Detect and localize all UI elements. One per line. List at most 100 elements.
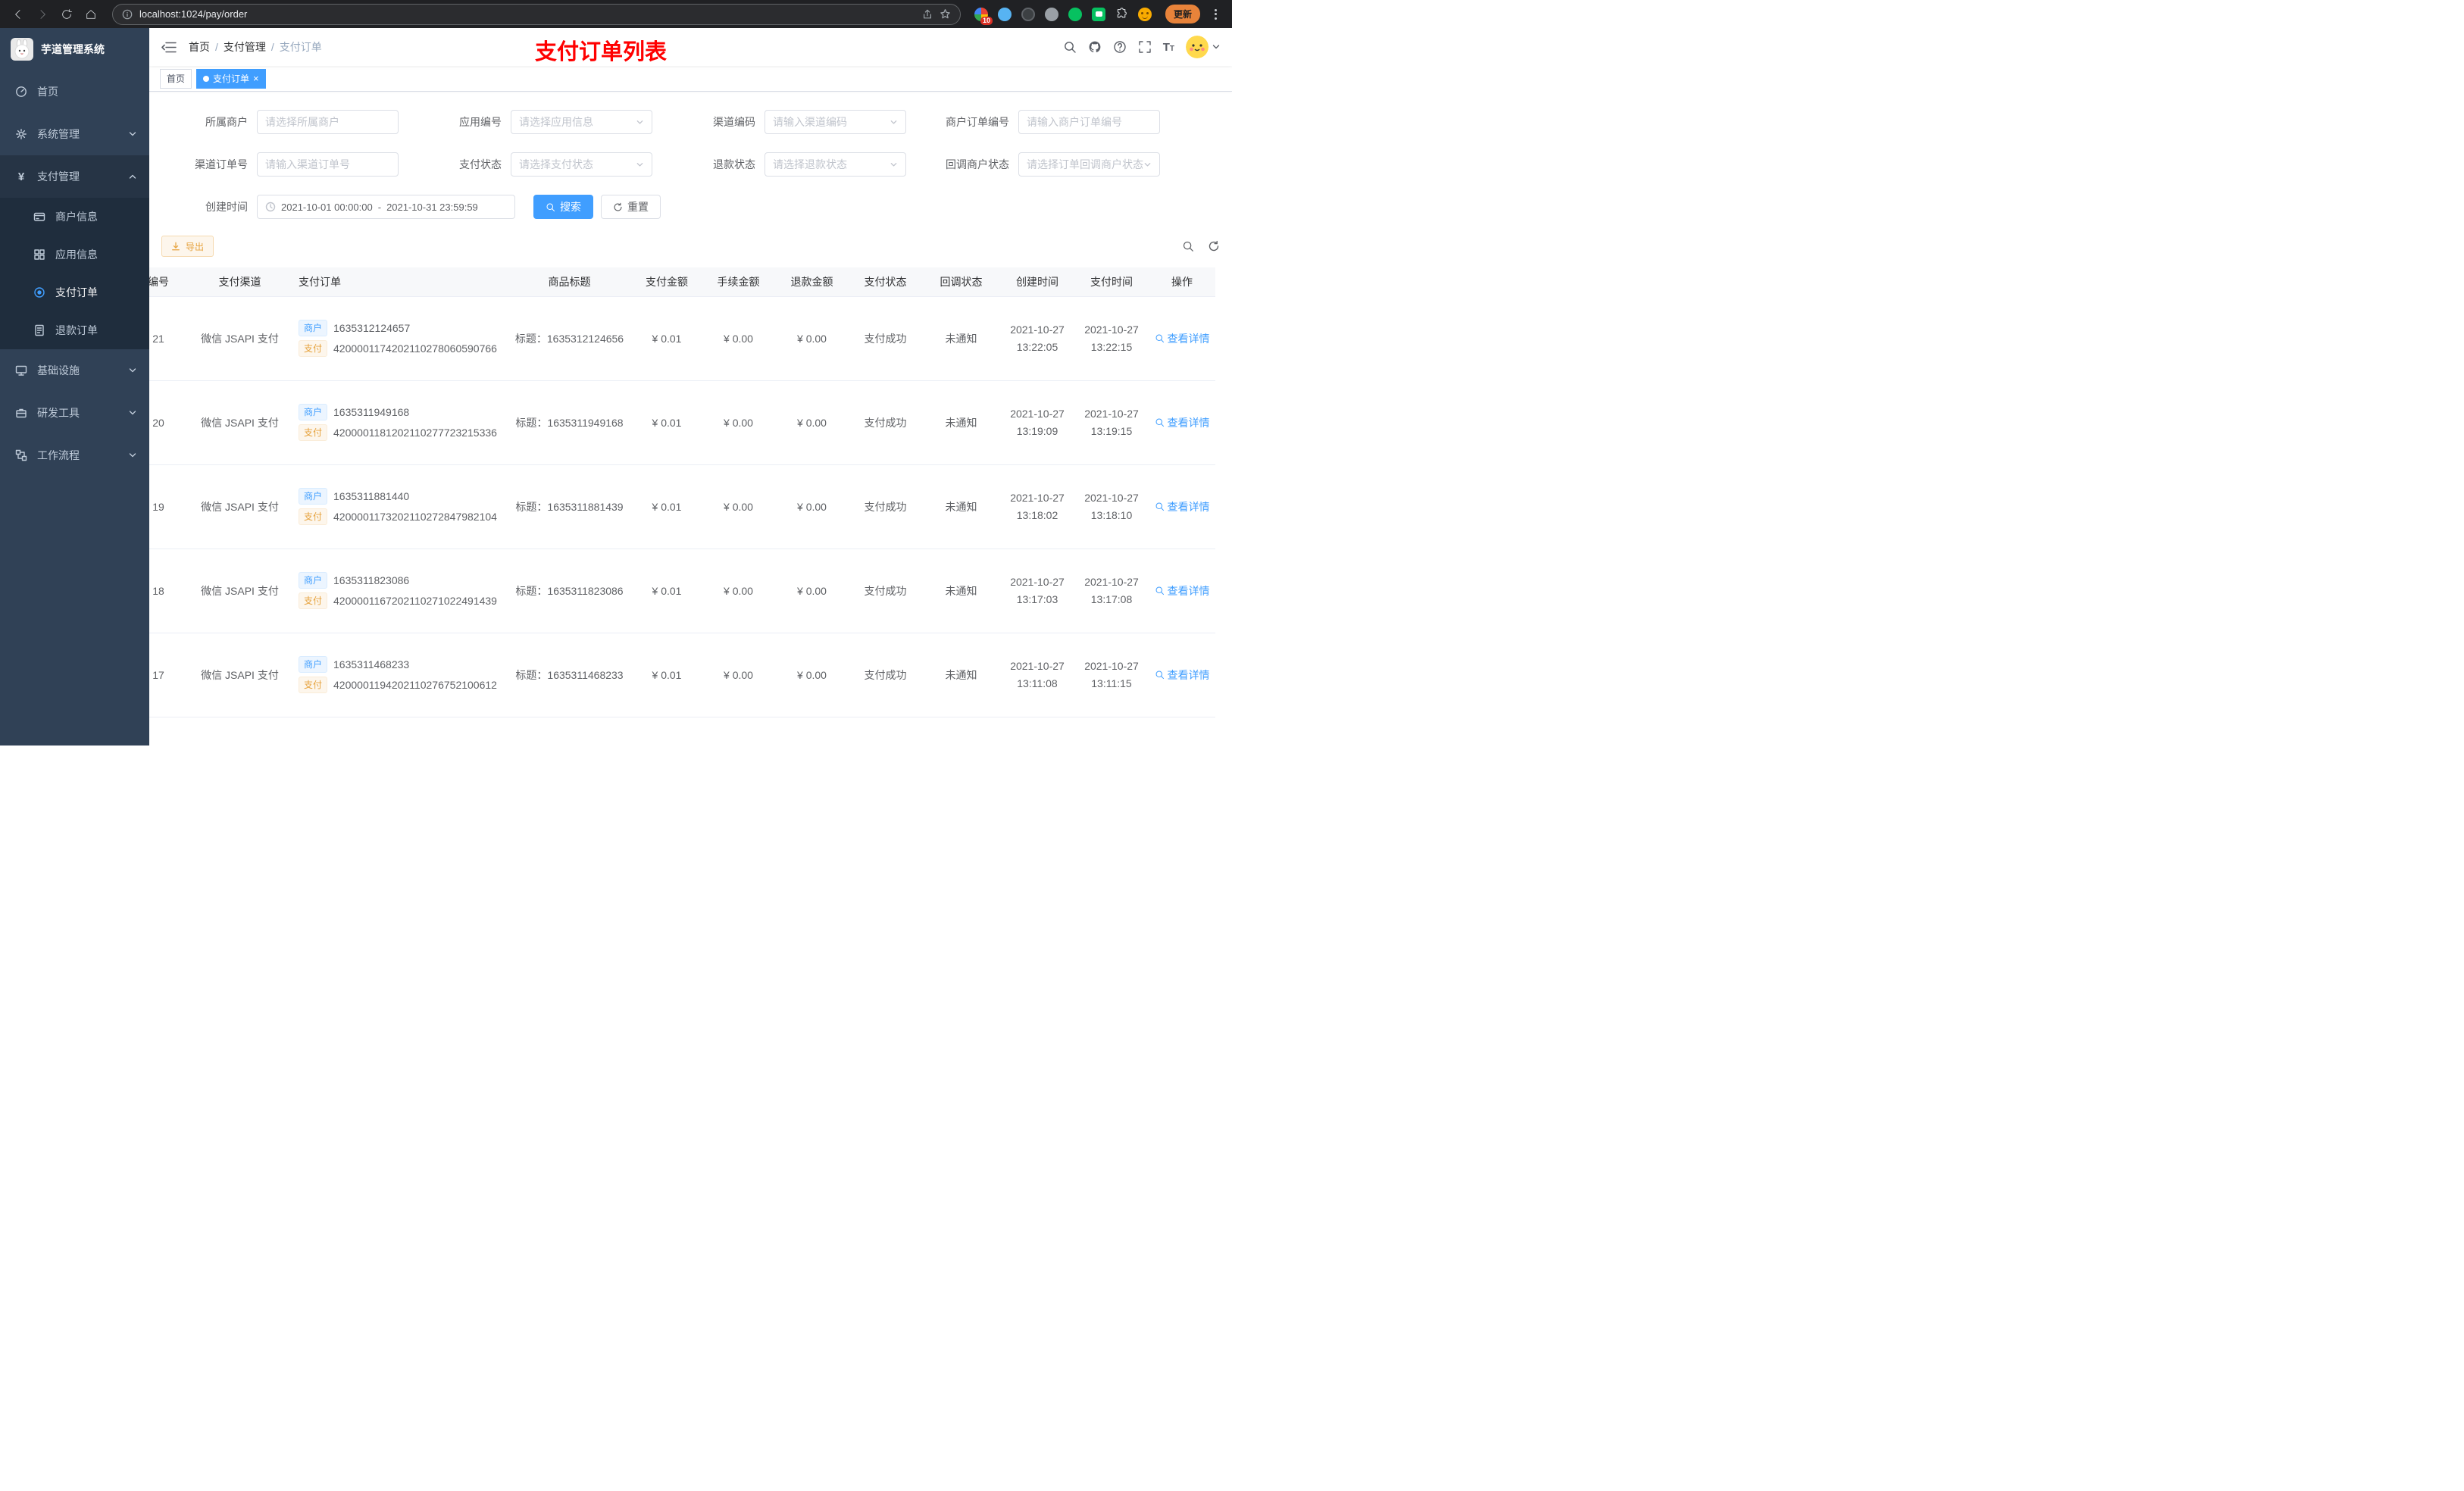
pay-amount: ¥ 0.01: [632, 633, 702, 717]
fullscreen-icon[interactable]: [1138, 40, 1152, 54]
pay-badge: 支付: [299, 340, 328, 357]
filter-label: 渠道编码: [713, 116, 755, 128]
site-info-icon[interactable]: [122, 9, 133, 20]
pay-status: 支付成功: [849, 549, 922, 633]
font-size-icon[interactable]: TT: [1163, 41, 1174, 54]
view-detail-link[interactable]: 查看详情: [1155, 415, 1210, 430]
order-id: [149, 717, 189, 746]
breadcrumb-home[interactable]: 首页: [189, 39, 210, 55]
chevron-down-icon: [128, 130, 137, 139]
profile-avatar-icon[interactable]: [1138, 7, 1152, 21]
view-detail-link[interactable]: 查看详情: [1155, 331, 1210, 346]
sidebar: 芋道管理系统 首页 系统管理 ¥ 支付管理 商户信息 应用信息 支付订单 退款订…: [0, 28, 149, 746]
reset-button[interactable]: 重置: [601, 195, 661, 219]
share-icon[interactable]: [922, 9, 933, 20]
pay-order-no: 4200001181202110277723215336: [333, 427, 497, 439]
refund-status-select[interactable]: 请选择退款状态: [765, 152, 906, 177]
create-time: [1000, 717, 1074, 746]
pay-status-select[interactable]: 请选择支付状态: [511, 152, 652, 177]
sidebar-item-pay-order[interactable]: 支付订单: [0, 274, 149, 311]
order-id: 18: [149, 549, 189, 633]
filter-label: 回调商户状态: [946, 158, 1009, 170]
search-icon[interactable]: [1063, 40, 1077, 54]
close-icon[interactable]: ×: [253, 73, 259, 83]
search-icon: [1155, 417, 1165, 427]
extension-icon[interactable]: [1021, 7, 1035, 21]
export-button[interactable]: 导出: [161, 236, 214, 257]
notify-status-select[interactable]: 请选择订单回调商户状态: [1018, 152, 1160, 177]
github-icon[interactable]: [1088, 40, 1102, 54]
sidebar-item-merchant-info[interactable]: 商户信息: [0, 198, 149, 236]
pay-order-cell: 商户 1635311881440 支付 4200001173202110272847…: [291, 464, 507, 549]
navbar-actions: TT: [1063, 36, 1220, 58]
fee-amount: [702, 717, 775, 746]
toolbox-icon: [15, 407, 27, 419]
table-row: 21 微信 JSAPI 支付 商户 1635312124657 支付 4200001…: [149, 296, 1215, 381]
extension-icon[interactable]: [998, 7, 1012, 21]
chevron-up-icon: [128, 172, 137, 181]
notify-status: [922, 717, 1000, 746]
channel-order-no-input[interactable]: [257, 152, 399, 177]
extension-icon[interactable]: 10: [974, 7, 993, 25]
extension-icon[interactable]: [1045, 7, 1058, 21]
grid-icon: [33, 248, 45, 261]
document-icon: [33, 324, 45, 336]
help-icon[interactable]: [1113, 40, 1127, 54]
channel-code-select[interactable]: 请输入渠道编码: [765, 110, 906, 134]
bookmark-star-icon[interactable]: [940, 8, 951, 20]
product-title: 标题：1635311823086: [507, 549, 632, 633]
merchant-order-no-input[interactable]: [1018, 110, 1160, 134]
pay-order-cell: 商户 1635311823086 支付 4200001167202110271022…: [291, 549, 507, 633]
extension-icon[interactable]: [1068, 7, 1082, 21]
sidebar-item-infra[interactable]: 基础设施: [0, 349, 149, 392]
sidebar-toggle-icon[interactable]: [161, 41, 177, 54]
dashboard-icon: [15, 86, 27, 98]
sidebar-item-home[interactable]: 首页: [0, 70, 149, 113]
actions-cell: 查看详情: [1149, 380, 1215, 465]
yen-icon: ¥: [17, 170, 25, 183]
user-menu[interactable]: [1186, 36, 1220, 58]
sidebar-item-workflow[interactable]: 工作流程: [0, 434, 149, 477]
extensions-puzzle-icon[interactable]: [1115, 8, 1128, 20]
sidebar-item-payment[interactable]: ¥ 支付管理: [0, 155, 149, 198]
create-time-range-picker[interactable]: 2021-10-01 00:00:00 - 2021-10-31 23:59:5…: [257, 195, 515, 219]
top-navbar: 首页 / 支付管理 / 支付订单 支付订单列表 TT: [149, 28, 1232, 66]
breadcrumb-pay-mgmt[interactable]: 支付管理: [224, 39, 266, 55]
app-id-select[interactable]: 请选择应用信息: [511, 110, 652, 134]
pay-order-cell: 商户1635311457126: [291, 717, 507, 746]
view-detail-link[interactable]: 查看详情: [1155, 667, 1210, 683]
pay-time: 2021-10-27 13:19:15: [1074, 380, 1149, 465]
pay-channel: 微信 JSAPI 支付: [189, 380, 291, 465]
search-icon: [1155, 333, 1165, 343]
sidebar-item-refund-order[interactable]: 退款订单: [0, 311, 149, 349]
app-logo[interactable]: 芋道管理系统: [0, 28, 149, 70]
card-icon: [33, 211, 45, 223]
table-search-toggle-icon[interactable]: [1182, 240, 1194, 252]
pay-channel: [189, 717, 291, 746]
merchant-input[interactable]: [257, 110, 399, 134]
view-detail-link[interactable]: 查看详情: [1155, 583, 1210, 599]
table-refresh-icon[interactable]: [1208, 240, 1220, 252]
browser-home-button[interactable]: [80, 4, 102, 25]
view-detail-link[interactable]: 查看详情: [1155, 499, 1210, 514]
product-title: 标题：1635311468233: [507, 633, 632, 717]
search-button[interactable]: 搜索: [533, 195, 593, 219]
tab-home[interactable]: 首页: [160, 68, 192, 89]
filter-row-2: 渠道订单号 支付状态 请选择支付状态 退款状态 请选择退款状态 回调商户状态 请…: [149, 152, 1232, 177]
browser-forward-button[interactable]: [32, 4, 53, 25]
pay-badge: 支付: [299, 508, 328, 525]
tab-pay-order[interactable]: 支付订单 ×: [196, 68, 266, 89]
merchant-badge: 商户: [299, 404, 328, 420]
chrome-update-button[interactable]: 更新: [1165, 5, 1201, 23]
sidebar-item-system[interactable]: 系统管理: [0, 113, 149, 155]
pay-time: 2021-10-27 13:18:10: [1074, 464, 1149, 549]
browser-reload-button[interactable]: [56, 4, 77, 25]
target-icon: [33, 286, 45, 299]
browser-menu-icon[interactable]: [1209, 6, 1221, 23]
extension-icon[interactable]: [1092, 7, 1105, 21]
url-bar[interactable]: localhost:1024/pay/order: [112, 3, 961, 25]
browser-back-button[interactable]: [8, 4, 29, 25]
merchant-order-no: 1635311881440: [333, 490, 410, 502]
sidebar-item-dev-tools[interactable]: 研发工具: [0, 392, 149, 434]
sidebar-item-app-info[interactable]: 应用信息: [0, 236, 149, 274]
